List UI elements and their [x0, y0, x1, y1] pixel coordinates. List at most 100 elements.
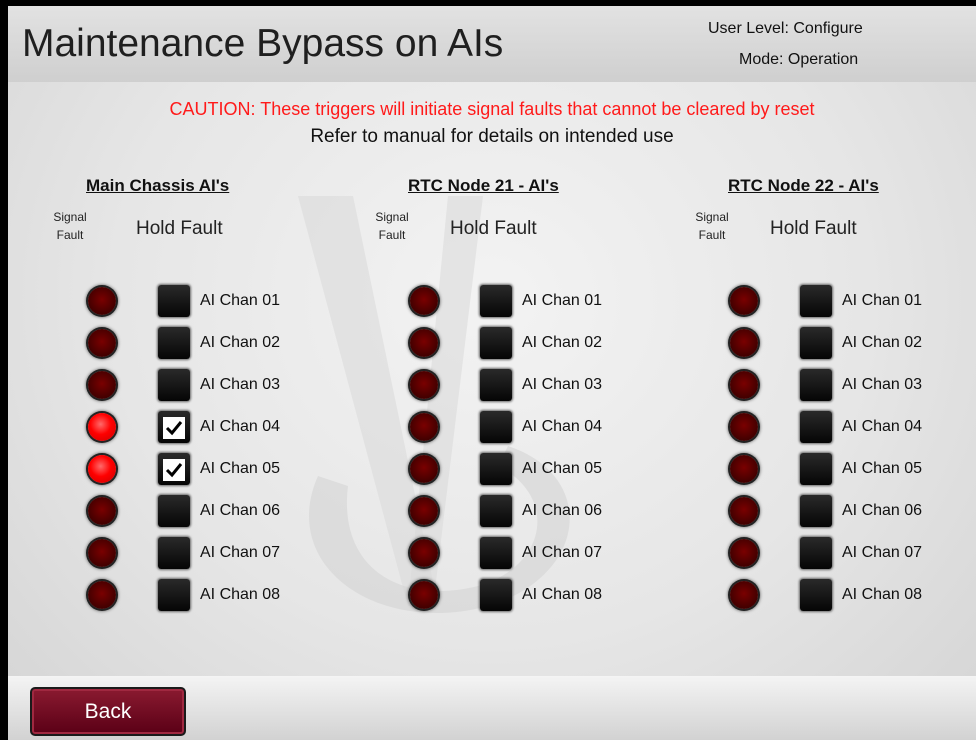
checkmark-icon	[163, 417, 185, 439]
hold-fault-checkbox[interactable]	[800, 369, 832, 401]
hold-fault-checkbox[interactable]	[480, 537, 512, 569]
hold-fault-checkbox[interactable]	[158, 579, 190, 611]
channel-row: AI Chan 04	[88, 411, 368, 447]
hold-fault-checkbox[interactable]	[480, 285, 512, 317]
hold-fault-checkbox[interactable]	[800, 495, 832, 527]
channel-label: AI Chan 08	[200, 586, 281, 603]
channel-row: AI Chan 05	[730, 453, 976, 489]
hold-fault-checkbox[interactable]	[158, 285, 190, 317]
checkmark-icon	[163, 459, 185, 481]
channel-row: AI Chan 03	[730, 369, 976, 405]
page-title: Maintenance Bypass on AIs	[22, 22, 504, 65]
hold-fault-checkbox[interactable]	[800, 537, 832, 569]
channel-label: AI Chan 05	[200, 460, 281, 477]
signal-fault-indicator	[730, 497, 758, 525]
hold-fault-header: Hold Fault	[450, 218, 537, 239]
channel-row: AI Chan 08	[730, 579, 976, 615]
signal-fault-line2: Fault	[56, 228, 84, 242]
signal-fault-indicator	[730, 287, 758, 315]
signal-fault-line2: Fault	[698, 228, 726, 242]
hold-fault-checkbox[interactable]	[158, 369, 190, 401]
hold-fault-checkbox[interactable]	[800, 327, 832, 359]
title-bar: Maintenance Bypass on AIs User Level: Co…	[8, 6, 976, 82]
signal-fault-header: Signal Fault	[372, 208, 412, 244]
channel-row: AI Chan 05	[410, 453, 690, 489]
channel-row: AI Chan 02	[410, 327, 690, 363]
hold-fault-checkbox[interactable]	[480, 453, 512, 485]
signal-fault-line2: Fault	[378, 228, 406, 242]
signal-fault-indicator	[730, 371, 758, 399]
channel-row: AI Chan 02	[730, 327, 976, 363]
signal-fault-indicator	[88, 413, 116, 441]
signal-fault-indicator	[410, 539, 438, 567]
channel-label: AI Chan 06	[842, 502, 923, 519]
hold-fault-checkbox[interactable]	[800, 453, 832, 485]
signal-fault-indicator	[88, 371, 116, 399]
channel-label: AI Chan 03	[522, 376, 603, 393]
group-rtc-node-22: RTC Node 22 - AI's Signal Fault Hold Fau…	[690, 174, 976, 614]
signal-fault-indicator	[730, 329, 758, 357]
signal-fault-indicator	[410, 371, 438, 399]
channel-row: AI Chan 01	[88, 285, 368, 321]
channel-label: AI Chan 04	[200, 418, 281, 435]
hold-fault-checkbox[interactable]	[158, 537, 190, 569]
channel-row: AI Chan 07	[730, 537, 976, 573]
hold-fault-checkbox[interactable]	[480, 579, 512, 611]
hold-fault-checkbox[interactable]	[480, 369, 512, 401]
channel-row: AI Chan 03	[410, 369, 690, 405]
hold-fault-checkbox[interactable]	[800, 579, 832, 611]
caution-message: CAUTION: These triggers will initiate si…	[169, 99, 815, 119]
channel-label: AI Chan 02	[522, 334, 603, 351]
signal-fault-indicator	[410, 413, 438, 441]
signal-fault-header: Signal Fault	[50, 208, 90, 244]
group-title: RTC Node 22 - AI's	[728, 176, 879, 195]
group-title: Main Chassis AI's	[86, 176, 230, 195]
signal-fault-indicator	[410, 455, 438, 483]
channel-label: AI Chan 07	[200, 544, 281, 561]
group-rtc-node-21: RTC Node 21 - AI's Signal Fault Hold Fau…	[370, 174, 670, 614]
signal-fault-indicator	[88, 329, 116, 357]
signal-fault-indicator	[410, 497, 438, 525]
signal-fault-line1: Signal	[375, 210, 409, 224]
signal-fault-indicator	[410, 287, 438, 315]
channel-label: AI Chan 08	[522, 586, 603, 603]
signal-fault-indicator	[730, 455, 758, 483]
signal-fault-indicator	[730, 413, 758, 441]
channel-label: AI Chan 02	[842, 334, 923, 351]
channel-row: AI Chan 06	[730, 495, 976, 531]
hold-fault-checkbox[interactable]	[480, 411, 512, 443]
channel-row: AI Chan 03	[88, 369, 368, 405]
signal-fault-line1: Signal	[53, 210, 87, 224]
hold-fault-header: Hold Fault	[770, 218, 857, 239]
group-title: RTC Node 21 - AI's	[408, 176, 559, 195]
main-panel: Maintenance Bypass on AIs User Level: Co…	[8, 6, 976, 740]
channel-label: AI Chan 06	[522, 502, 603, 519]
channel-row: AI Chan 02	[88, 327, 368, 363]
channel-label: AI Chan 01	[200, 292, 281, 309]
channel-row: AI Chan 06	[88, 495, 368, 531]
hold-fault-checkbox[interactable]	[158, 495, 190, 527]
mode-label: Mode: Operation	[739, 51, 859, 68]
screen: Maintenance Bypass on AIs User Level: Co…	[0, 0, 976, 740]
signal-fault-indicator	[88, 455, 116, 483]
signal-fault-indicator	[410, 581, 438, 609]
signal-fault-indicator	[88, 581, 116, 609]
hold-fault-checkbox[interactable]	[480, 495, 512, 527]
hold-fault-checkbox[interactable]	[158, 453, 190, 485]
hold-fault-checkbox[interactable]	[800, 411, 832, 443]
channel-label: AI Chan 05	[842, 460, 923, 477]
hold-fault-checkbox[interactable]	[800, 285, 832, 317]
hold-fault-checkbox[interactable]	[158, 327, 190, 359]
channel-label: AI Chan 07	[842, 544, 923, 561]
hold-fault-checkbox[interactable]	[158, 411, 190, 443]
hold-fault-checkbox[interactable]	[480, 327, 512, 359]
channel-row: AI Chan 07	[88, 537, 368, 573]
channel-label: AI Chan 02	[200, 334, 281, 351]
channel-label: AI Chan 03	[200, 376, 281, 393]
back-button[interactable]: Back	[30, 687, 186, 736]
signal-fault-indicator	[730, 539, 758, 567]
hold-fault-header: Hold Fault	[136, 218, 223, 239]
channel-row: AI Chan 06	[410, 495, 690, 531]
signal-fault-line1: Signal	[695, 210, 729, 224]
signal-fault-header: Signal Fault	[692, 208, 732, 244]
